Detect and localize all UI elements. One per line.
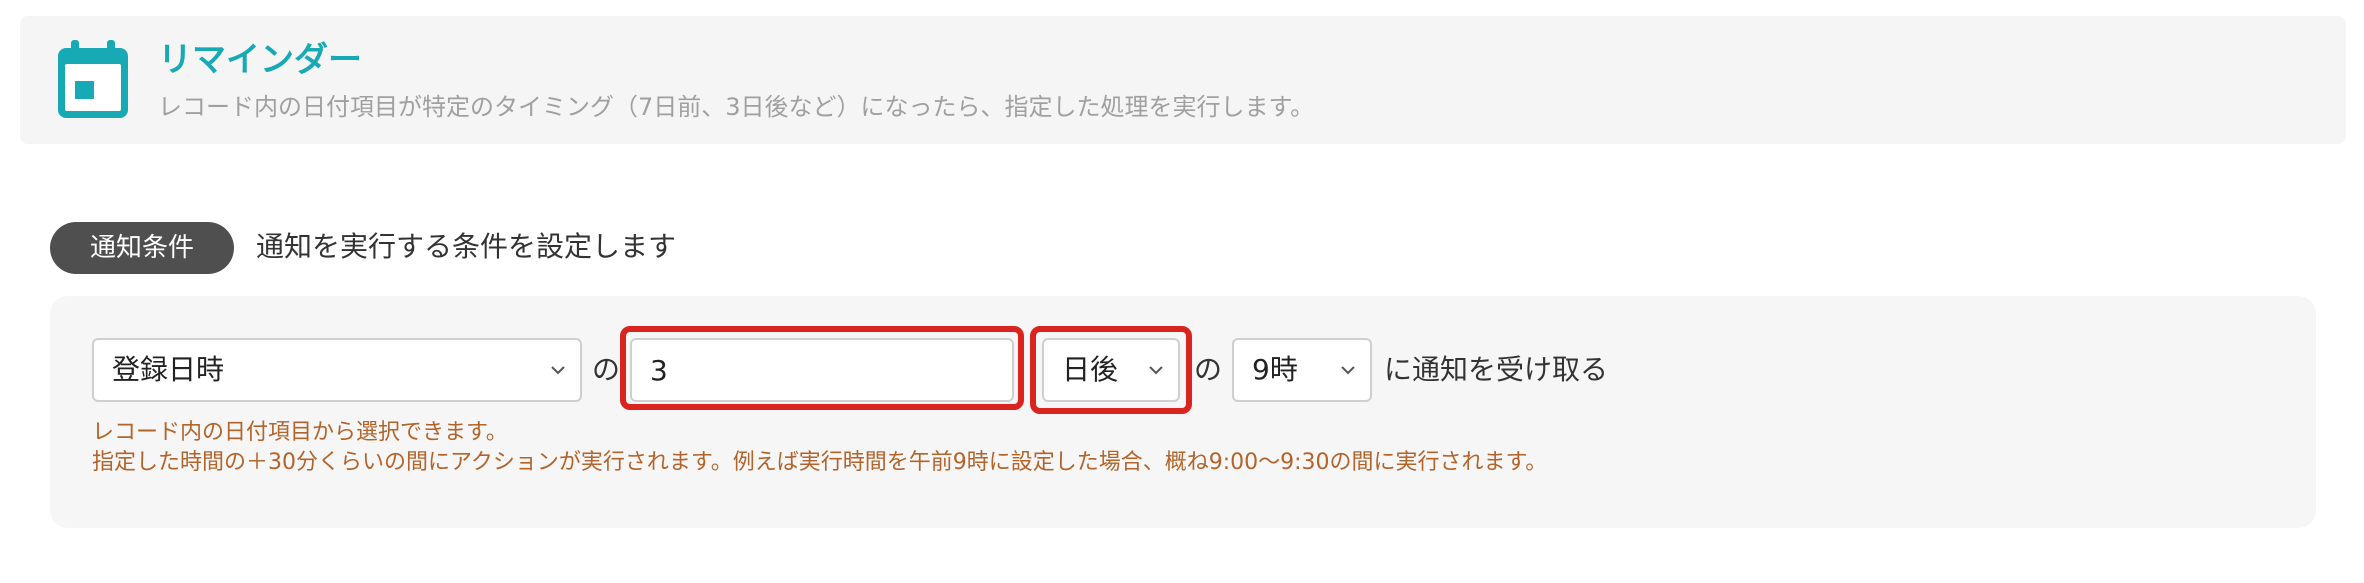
condition-badge: 通知条件: [50, 222, 234, 274]
page-title: リマインダー: [158, 40, 362, 80]
date-field-value: 登録日時: [112, 353, 225, 386]
condition-description: 通知を実行する条件を設定します: [256, 230, 677, 263]
help-text-line-1: レコード内の日付項目から選択できます。: [92, 420, 508, 445]
time-value: 9時: [1252, 353, 1298, 386]
calendar-icon: [58, 40, 128, 118]
offset-input-highlight: [620, 326, 1024, 410]
time-select[interactable]: 9時: [1232, 338, 1372, 402]
page-description: レコード内の日付項目が特定のタイミング（7日前、3日後など）になったら、指定した…: [158, 93, 1315, 121]
notify-suffix: に通知を受け取る: [1384, 353, 1609, 386]
connector-no-2: の: [1194, 353, 1223, 386]
chevron-down-icon: [551, 366, 565, 375]
direction-highlight: [1030, 326, 1192, 414]
help-text-line-2: 指定した時間の＋30分くらいの間にアクションが実行されます。例えば実行時間を午前…: [92, 450, 1548, 475]
date-field-select[interactable]: 登録日時: [92, 338, 582, 402]
connector-no-1: の: [592, 353, 621, 386]
header-box: [20, 16, 2346, 144]
chevron-down-icon: [1341, 366, 1355, 375]
